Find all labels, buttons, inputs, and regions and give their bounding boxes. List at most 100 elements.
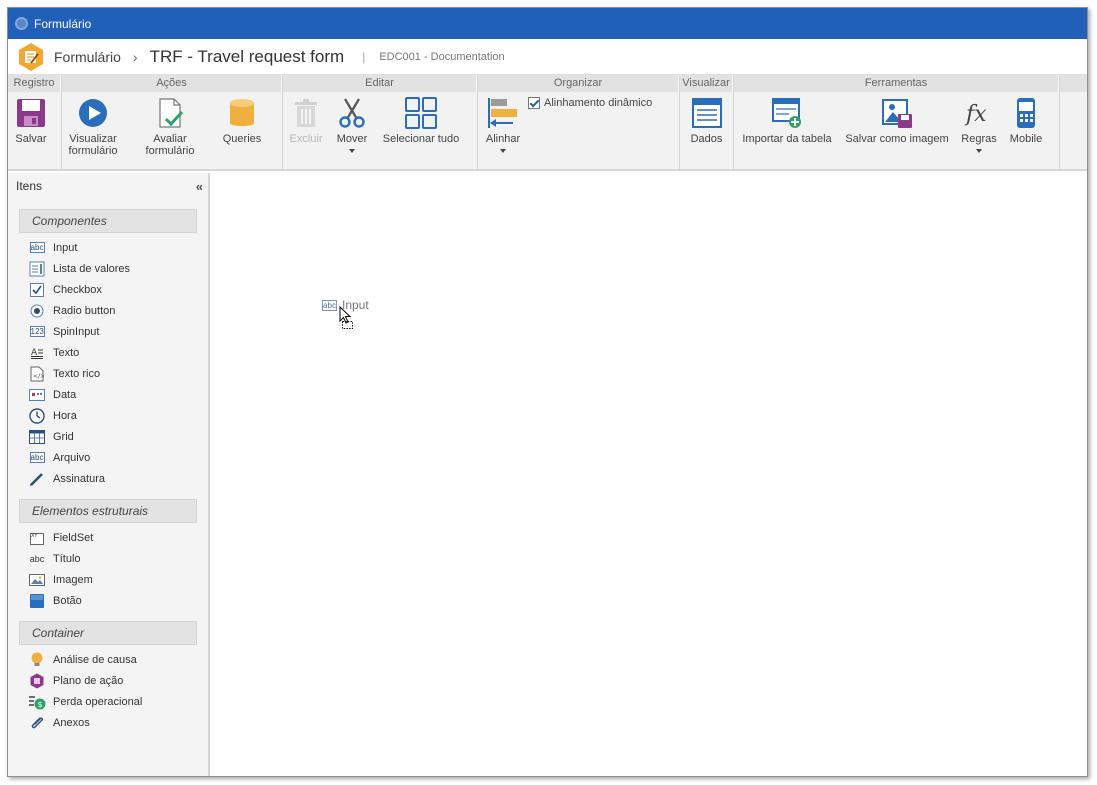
group-visualizar: Visualizar Dados xyxy=(680,75,734,169)
sidebar-item-anexos[interactable]: Anexos xyxy=(28,712,208,733)
group-label-visualizar: Visualizar xyxy=(680,75,733,92)
section-elementos-estruturais[interactable]: Elementos estruturais xyxy=(19,499,197,523)
mobile-button[interactable]: Mobile xyxy=(1004,95,1048,145)
ribbon-toolbar: Registro Salvar Ações Visualizar formulá… xyxy=(8,75,1087,171)
window-title: Formulário xyxy=(34,16,92,31)
sidebar-item-lista-de-valores[interactable]: Lista de valores xyxy=(28,258,208,279)
group-editar: Editar Excluir Mover Selecionar tudo xyxy=(283,75,478,169)
page-title: TRF - Travel request form xyxy=(149,46,345,66)
sidebar-item-arquivo[interactable]: abc Arquivo xyxy=(28,447,208,468)
group-label-acoes: Ações xyxy=(62,75,282,92)
dynamic-alignment-checkbox[interactable]: Alinhamento dinâmico xyxy=(528,97,652,109)
evaluate-form-button[interactable]: Avaliar formulário xyxy=(124,95,216,157)
text-icon: A xyxy=(28,345,46,361)
sidebar-item-titulo[interactable]: abc Título xyxy=(28,548,208,569)
align-dropdown-chevron-icon[interactable] xyxy=(500,149,506,153)
rules-label: Regras xyxy=(961,133,997,145)
sidebar-item-perda-operacional[interactable]: $ Perda operacional xyxy=(28,691,208,712)
sidebar-item-checkbox[interactable]: Checkbox xyxy=(28,279,208,300)
sidebar-item-botao[interactable]: Botão xyxy=(28,590,208,611)
align-left-icon xyxy=(485,95,521,131)
save-as-image-button[interactable]: Salvar como imagem xyxy=(840,95,954,145)
sidebar-item-grid[interactable]: Grid xyxy=(28,426,208,447)
play-circle-icon xyxy=(75,95,111,131)
breadcrumb-formulario[interactable]: Formulário xyxy=(54,49,121,65)
sidebar-item-assinatura[interactable]: Assinatura xyxy=(28,468,208,489)
sidebar-item-plano-de-acao[interactable]: Plano de ação xyxy=(28,670,208,691)
dynamic-alignment-check-icon[interactable] xyxy=(528,97,540,109)
sidebar-item-data[interactable]: Data xyxy=(28,384,208,405)
import-table-icon xyxy=(769,95,805,131)
clock-icon xyxy=(28,407,46,424)
lightbulb-icon xyxy=(28,652,46,668)
align-button[interactable]: Alinhar xyxy=(478,95,528,153)
dynamic-alignment-label: Alinhamento dinâmico xyxy=(544,97,653,109)
group-ferramentas: Ferramentas Importar da tabela Salvar co… xyxy=(734,75,1060,169)
sidebar-item-radio-button[interactable]: Radio button xyxy=(28,300,208,321)
evaluate-form-label: Avaliar formulário xyxy=(145,133,195,157)
grid-icon xyxy=(28,429,46,445)
form-design-canvas[interactable]: abc Input xyxy=(210,173,1087,776)
group-label-editar: Editar xyxy=(283,75,477,92)
money-loss-icon: $ xyxy=(28,694,46,710)
data-table-icon xyxy=(689,95,725,131)
sidebar-header: Itens « xyxy=(8,173,208,199)
app-window: Formulário Formulário › TRF - Travel req… xyxy=(7,7,1088,777)
preview-form-button[interactable]: Visualizar formulário xyxy=(62,95,124,157)
queries-button[interactable]: Queries xyxy=(216,95,268,145)
sidebar-item-texto-rico[interactable]: </> Texto rico xyxy=(28,363,208,384)
sidebar-item-fieldset[interactable]: XY FieldSet xyxy=(28,527,208,548)
rules-button[interactable]: fx Regras xyxy=(954,95,1004,153)
sidebar-item-analise-de-causa[interactable]: Análise de causa xyxy=(28,649,208,670)
drag-cursor-icon xyxy=(339,305,357,333)
delete-button[interactable]: Excluir xyxy=(283,95,329,145)
move-dropdown-chevron-icon[interactable] xyxy=(349,149,355,153)
date-icon xyxy=(28,387,46,403)
breadcrumb-separator: › xyxy=(132,48,138,65)
list-values-icon xyxy=(28,261,46,277)
record-code: EDC001 - Documentation xyxy=(379,50,505,63)
data-button[interactable]: Dados xyxy=(680,95,733,145)
group-label-organizar: Organizar xyxy=(478,75,679,92)
import-table-button[interactable]: Importar da tabela xyxy=(734,95,840,145)
rules-dropdown-chevron-icon[interactable] xyxy=(976,149,982,153)
svg-text:XY: XY xyxy=(31,533,38,539)
structural-list: XY FieldSet abc Título Imagem Botão xyxy=(8,523,208,611)
dragged-input-icon: abc xyxy=(322,299,337,311)
delete-label: Excluir xyxy=(289,133,323,145)
sidebar-item-input[interactable]: abc Input xyxy=(28,237,208,258)
ribbon-filler xyxy=(1060,75,1087,169)
section-container[interactable]: Container xyxy=(19,621,197,645)
sidebar-item-texto[interactable]: A Texto xyxy=(28,342,208,363)
trash-icon xyxy=(288,95,324,131)
select-all-label: Selecionar tudo xyxy=(382,133,460,145)
group-label-ferramentas: Ferramentas xyxy=(734,75,1059,92)
title-abc-icon: abc xyxy=(29,553,45,564)
data-label: Dados xyxy=(690,133,723,145)
svg-text:$: $ xyxy=(38,700,43,709)
components-list: abc Input Lista de valores Checkbox Radi… xyxy=(8,233,208,489)
function-fx-icon: fx xyxy=(961,95,997,131)
move-button[interactable]: Mover xyxy=(329,95,375,153)
items-sidebar: Itens « Componentes abc Input Lista de v… xyxy=(8,173,210,776)
sidebar-item-imagem[interactable]: Imagem xyxy=(28,569,208,590)
save-button[interactable]: Salvar xyxy=(8,95,54,145)
title-bar: Formulário xyxy=(8,8,1087,39)
sidebar-item-spininput[interactable]: 123 SpinInput xyxy=(28,321,208,342)
collapse-sidebar-icon[interactable]: « xyxy=(196,179,203,194)
import-table-label: Importar da tabela xyxy=(742,133,832,145)
header-divider: | xyxy=(362,49,366,64)
sidebar-item-hora[interactable]: Hora xyxy=(28,405,208,426)
floppy-disk-icon xyxy=(13,95,49,131)
document-check-icon xyxy=(152,95,188,131)
radio-icon xyxy=(28,303,46,319)
queries-label: Queries xyxy=(222,133,262,145)
image-icon xyxy=(28,572,46,588)
section-componentes[interactable]: Componentes xyxy=(19,209,197,233)
select-all-button[interactable]: Selecionar tudo xyxy=(375,95,467,145)
align-label: Alinhar xyxy=(485,133,521,145)
database-icon xyxy=(224,95,260,131)
mobile-label: Mobile xyxy=(1009,133,1043,145)
page-header: Formulário › TRF - Travel request form |… xyxy=(8,39,1087,75)
sidebar-title: Itens xyxy=(16,179,43,193)
